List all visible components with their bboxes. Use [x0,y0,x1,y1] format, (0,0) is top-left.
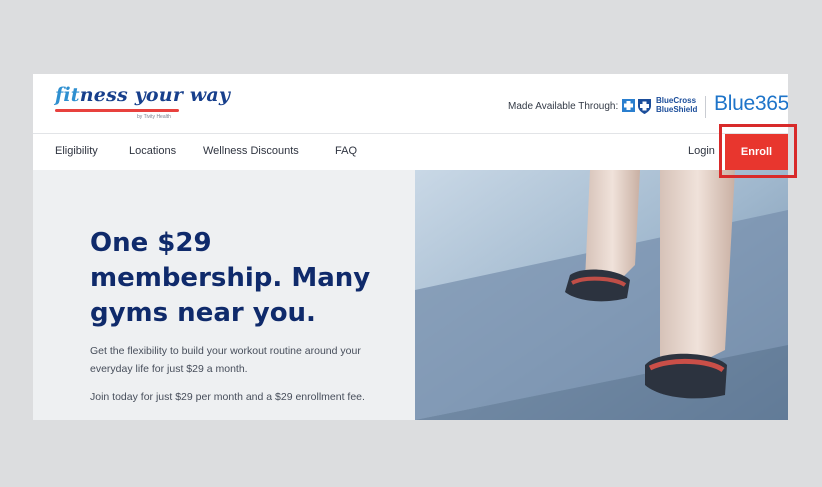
logo-underline [55,109,179,112]
login-link[interactable]: Login [688,145,715,157]
nav-locations[interactable]: Locations [129,145,176,157]
fitness-your-way-logo[interactable]: fitness your way by Tivity Health [55,84,230,124]
bluecross-blueshield-icon [622,99,651,114]
logo-text-part1: fit [55,84,80,106]
logo-subtitle: by Tivity Health [137,114,171,120]
bluecross-blueshield-wordmark: BlueCross BlueShield [656,96,697,114]
logo-text-part2: ness your way [79,84,231,106]
hero-description: Get the flexibility to build your workou… [90,345,361,375]
nav-faq[interactable]: FAQ [335,145,357,157]
nav-eligibility[interactable]: Eligibility [55,145,98,157]
blue365-logo[interactable]: Blue365 [714,92,788,116]
browser-viewport: fitness your way by Tivity Health Made A… [33,74,788,420]
bc-line2: BlueShield [656,105,698,114]
site-header: fitness your way by Tivity Health Made A… [33,74,788,134]
header-divider [705,96,706,118]
hero-text-panel: One $29 membership. Many gyms near you. … [33,170,415,420]
nav-wellness-discounts[interactable]: Wellness Discounts [203,145,299,157]
hero-headline: One $29 membership. Many gyms near you. [90,228,371,328]
made-available-text: Made Available Through: [508,101,619,112]
enroll-highlight-box [719,124,797,178]
hero-image-runner-feet [415,170,788,420]
bc-line1: BlueCross [656,96,697,105]
logo-text: fitness your way [55,84,230,106]
main-nav: Eligibility Locations Wellness Discounts… [33,134,788,171]
hero-join-text: Join today for just $29 per month and a … [90,391,365,403]
